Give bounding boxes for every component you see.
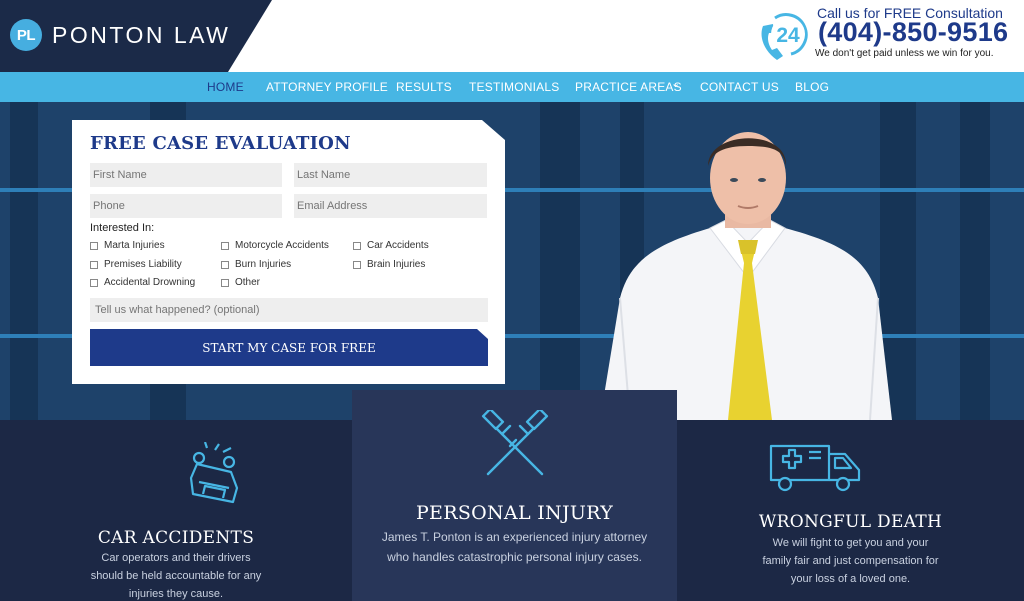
checkbox-burn-injuries[interactable]: Burn Injuries [221, 259, 291, 270]
checkbox-box[interactable] [221, 260, 229, 269]
nav-testimonials[interactable]: TESTIMONIALS [469, 80, 559, 94]
bg-column [10, 102, 38, 420]
card-text: James T. Ponton is an experienced injury… [381, 530, 648, 564]
chevron-down-icon[interactable]: ⌄ [671, 77, 680, 90]
checkbox-label: Motorcycle Accidents [235, 240, 329, 251]
practice-card-wrongful-death[interactable]: WRONGFUL DEATH We will fight to get you … [677, 420, 1024, 601]
card-title: WRONGFUL DEATH [758, 512, 943, 532]
checkbox-label: Other [235, 277, 261, 288]
checkbox-box[interactable] [90, 241, 98, 250]
interested-label: Interested In: [90, 222, 155, 234]
tagline: We don't get paid unless we win for you. [815, 48, 994, 59]
start-case-button[interactable]: START MY CASE FOR FREE [90, 329, 488, 366]
card-text: Car operators and their drivers should b… [90, 552, 262, 600]
checkbox-box[interactable] [90, 278, 98, 287]
practice-card-car-accidents[interactable]: CAR ACCIDENTS Car operators and their dr… [0, 420, 352, 601]
checkbox-label: Marta Injuries [104, 240, 165, 251]
checkbox-box[interactable] [353, 241, 361, 250]
card-title: CAR ACCIDENTS [97, 528, 255, 548]
nav-contact-us[interactable]: CONTACT US [700, 80, 779, 94]
crutches-icon [481, 410, 549, 476]
checkbox-box[interactable] [221, 278, 229, 287]
main-nav: HOME ATTORNEY PROFILE RESULTS TESTIMONIA… [0, 72, 1024, 102]
attorney-photo [600, 132, 892, 420]
bg-column [540, 102, 580, 420]
email-field[interactable] [294, 194, 487, 218]
form-title: FREE CASE EVALUATION [90, 133, 351, 154]
checkbox-label: Car Accidents [367, 240, 429, 251]
overturned-car-icon [189, 442, 239, 504]
nav-home[interactable]: HOME [207, 80, 244, 94]
checkbox-box[interactable] [221, 241, 229, 250]
checkbox-box[interactable] [353, 260, 361, 269]
phone-number-link[interactable]: (404)-850-9516 [818, 17, 1008, 48]
checkbox-car-accidents[interactable]: Car Accidents [353, 240, 429, 251]
logo-mark: PL [10, 19, 42, 51]
checkbox-label: Burn Injuries [235, 259, 292, 270]
first-name-field[interactable] [90, 163, 282, 187]
nav-blog[interactable]: BLOG [795, 80, 829, 94]
logo[interactable]: PL PONTON LAW [0, 0, 272, 72]
message-field[interactable] [90, 298, 488, 322]
logo-text: PONTON LAW [52, 22, 231, 48]
checkbox-label: Brain Injuries [367, 259, 426, 270]
bg-column [960, 102, 990, 420]
checkbox-other[interactable]: Other [221, 277, 260, 288]
phone-24-icon: 24 [761, 13, 808, 60]
nav-attorney-profile[interactable]: ATTORNEY PROFILE [266, 80, 388, 94]
checkbox-brain-injuries[interactable]: Brain Injuries [353, 259, 425, 270]
case-evaluation-form: FREE CASE EVALUATION Interested In: Mart… [72, 120, 505, 384]
checkbox-box[interactable] [90, 260, 98, 269]
nav-practice-areas[interactable]: PRACTICE AREAS [575, 80, 682, 94]
phone-field[interactable] [90, 194, 282, 218]
last-name-field[interactable] [294, 163, 487, 187]
phone-icon-label: 24 [776, 24, 800, 47]
practice-card-personal-injury[interactable]: PERSONAL INJURY James T. Ponton is an ex… [352, 390, 677, 601]
nav-results[interactable]: RESULTS [396, 80, 452, 94]
card-title: PERSONAL INJURY [415, 502, 614, 524]
checkbox-label: Accidental Drowning [104, 277, 196, 288]
checkbox-accidental-drowning[interactable]: Accidental Drowning [90, 277, 195, 288]
site-header: PL PONTON LAW 24 Call us for FREE Consul… [0, 0, 1024, 72]
checkbox-marta-injuries[interactable]: Marta Injuries [90, 240, 165, 251]
card-text: We will fight to get you and your family… [762, 537, 939, 585]
checkbox-motorcycle-accidents[interactable]: Motorcycle Accidents [221, 240, 329, 251]
checkbox-label: Premises Liability [104, 259, 182, 270]
checkbox-premises-liability[interactable]: Premises Liability [90, 259, 182, 270]
ambulance-icon [769, 444, 861, 492]
